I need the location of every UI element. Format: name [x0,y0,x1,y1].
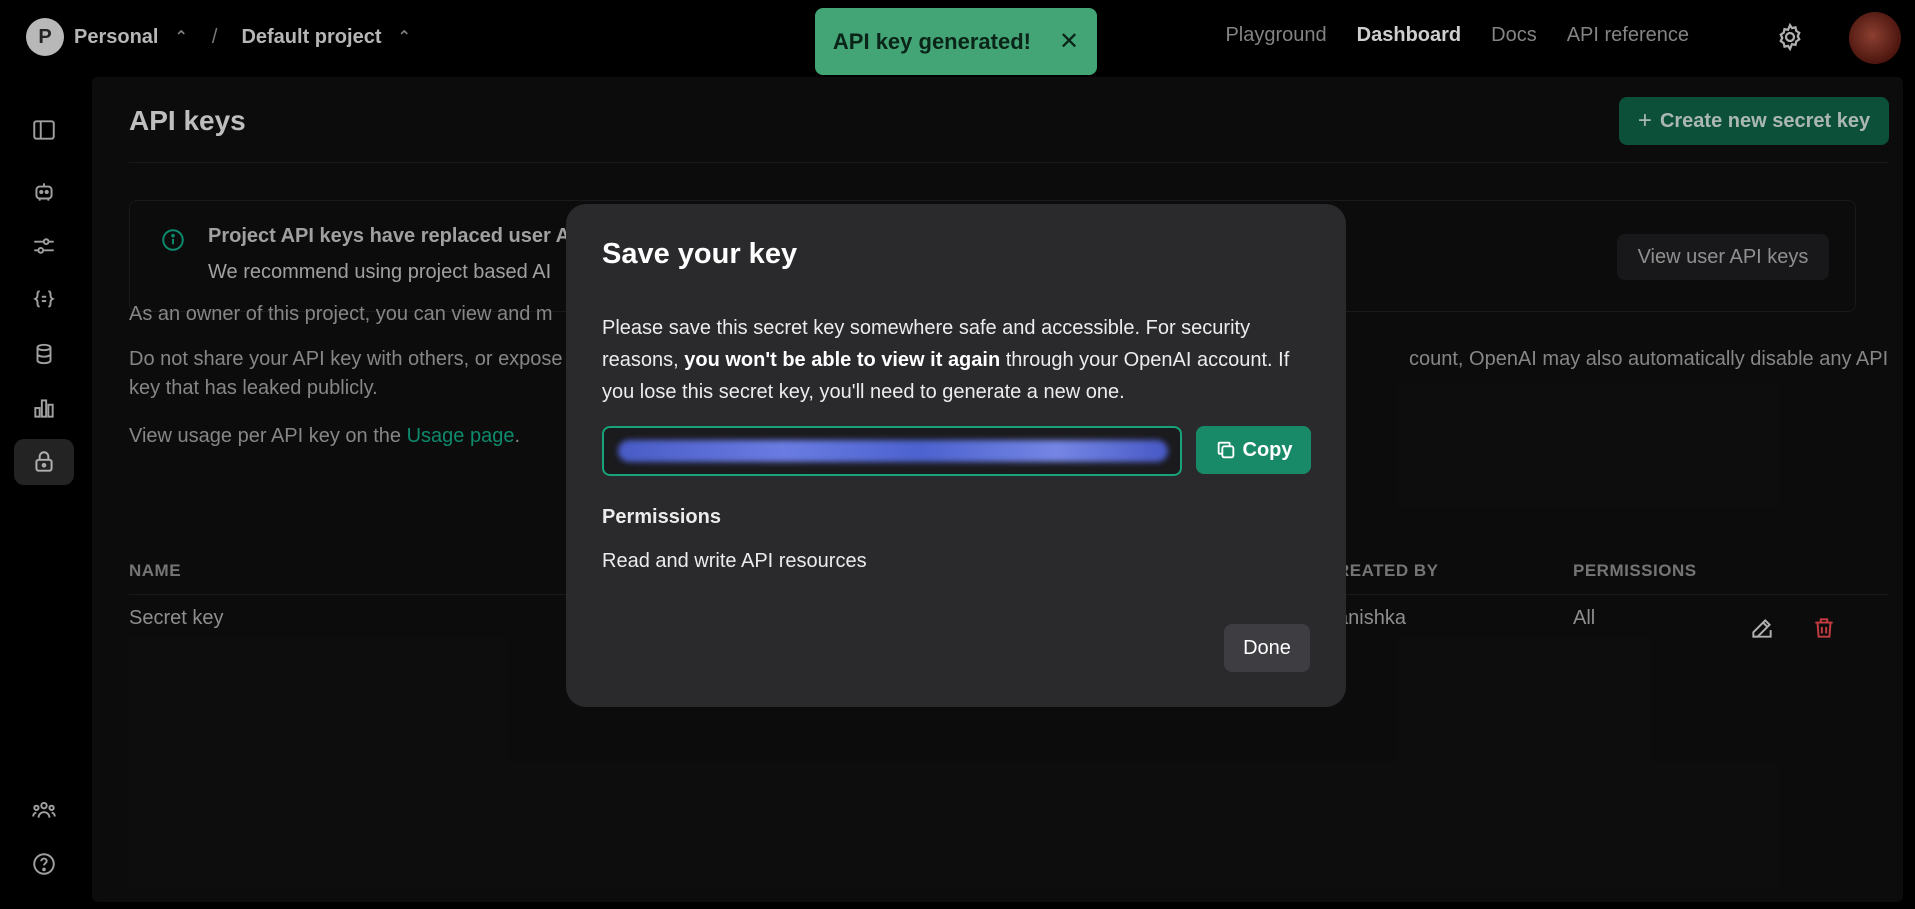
dialog-message: Please save this secret key somewhere sa… [602,312,1312,408]
copy-icon [1217,441,1234,459]
secret-key-field[interactable] [602,426,1182,476]
done-button[interactable]: Done [1224,624,1310,672]
copy-button[interactable]: Copy [1196,426,1311,474]
dialog-message-bold: you won't be able to view it again [684,349,1001,371]
copy-label: Copy [1242,438,1293,461]
permissions-value: Read and write API resources [602,550,867,572]
secret-key-redacted [618,440,1168,462]
dialog-title: Save your key [602,238,798,270]
permissions-title: Permissions [602,506,721,528]
save-key-dialog: Save your key Please save this secret ke… [566,204,1346,707]
